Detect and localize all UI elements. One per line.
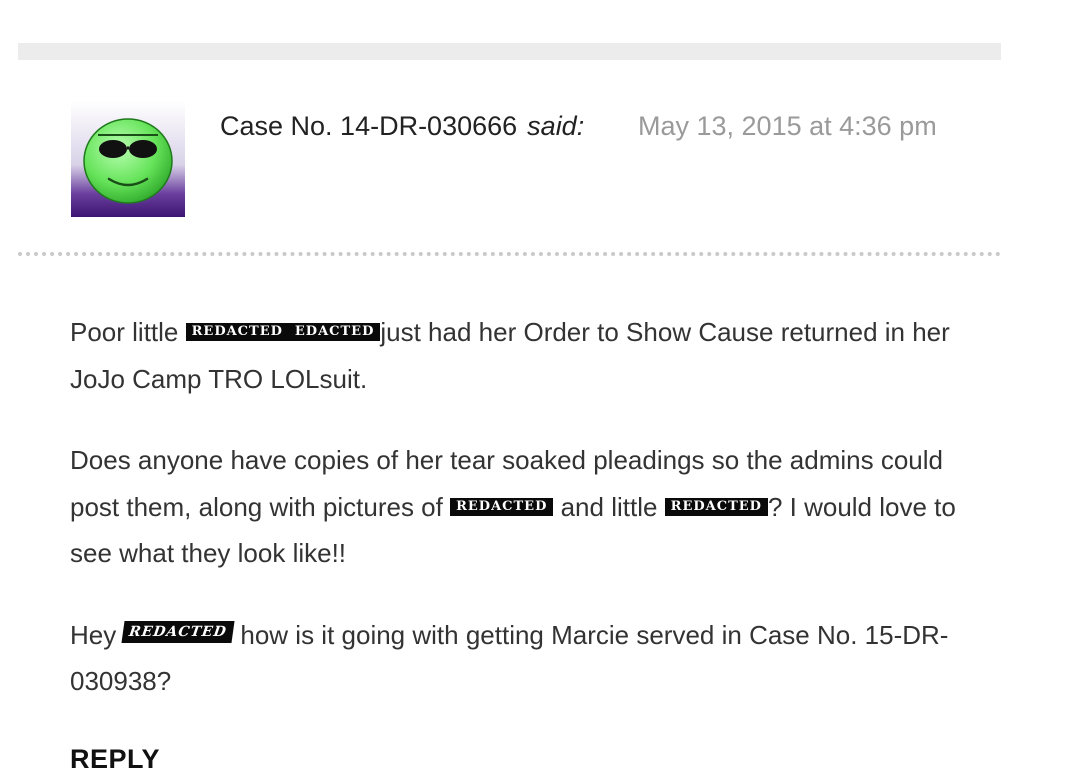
paragraph-text: Hey <box>70 619 124 650</box>
avatar <box>71 101 185 217</box>
top-divider-bar <box>18 43 1001 60</box>
comment-paragraph: Poor little REDACTED EDACTED just had her … <box>70 309 970 402</box>
comment-date[interactable]: May 13, 2015 at 4:36 pm <box>638 110 937 142</box>
redaction-label: REDACTED <box>185 323 289 341</box>
sunglasses-smiley-icon <box>71 101 185 217</box>
redaction-label: REDACTED <box>450 497 554 516</box>
comment-body: Poor little REDACTED EDACTED just had her … <box>70 309 970 740</box>
paragraph-text: and little <box>553 491 665 522</box>
comment-paragraph: Does anyone have copies of her tear soak… <box>70 437 970 577</box>
comment-author[interactable]: Case No. 14-DR-030666 <box>220 111 517 141</box>
paragraph-text: Poor little <box>70 317 186 347</box>
redaction-label: REDACTED <box>664 497 768 516</box>
comment-paragraph: Hey REDACTED how is it going with gettin… <box>70 612 970 705</box>
dotted-separator <box>18 252 1001 256</box>
reply-link[interactable]: REPLY <box>70 744 160 775</box>
redaction-label: EDACTED <box>288 323 381 341</box>
redaction-label: REDACTED <box>121 620 235 643</box>
said-label: said: <box>527 111 585 141</box>
comment-header: Case No. 14-DR-030666 said: May 13, 2015 … <box>220 110 937 142</box>
